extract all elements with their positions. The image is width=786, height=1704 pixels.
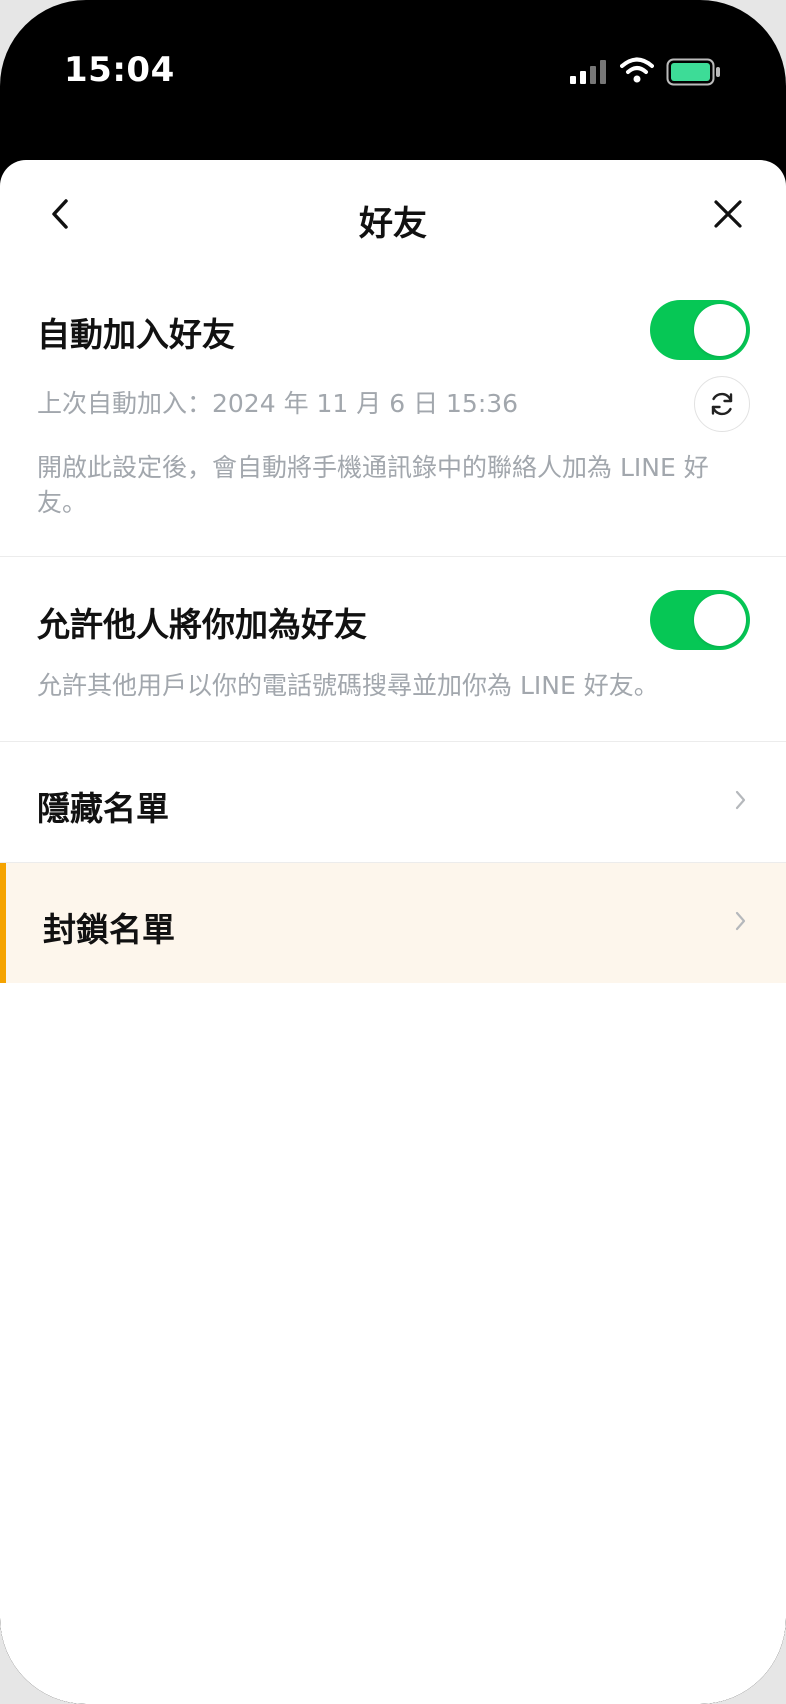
toggle-knob <box>694 304 746 356</box>
close-button[interactable] <box>704 188 752 240</box>
auto-add-title: 自動加入好友 <box>37 315 235 354</box>
blocked-list-row[interactable]: 封鎖名單 <box>0 863 786 983</box>
wifi-icon <box>620 57 654 83</box>
status-bar: 15:04 <box>0 0 786 160</box>
close-icon <box>714 200 742 228</box>
chevron-right-icon <box>735 911 746 931</box>
phone-screen: 15:04 好友 自動加入好友 上次自動加入：2024 年 11 月 6 日 1… <box>0 0 786 1704</box>
hidden-list-row[interactable]: 隱藏名單 <box>0 742 786 862</box>
toggle-knob <box>694 594 746 646</box>
auto-add-last-time: 上次自動加入：2024 年 11 月 6 日 15:36 <box>37 389 519 418</box>
blocked-list-label: 封鎖名單 <box>43 910 175 949</box>
allow-add-description: 允許其他用戶以你的電話號碼搜尋並加你為 LINE 好友。 <box>37 671 659 700</box>
auto-add-description: 開啟此設定後，會自動將手機通訊錄中的聯絡人加為 LINE 好友。 <box>37 453 709 517</box>
hidden-list-label: 隱藏名單 <box>37 789 169 828</box>
nav-bar: 好友 <box>0 160 786 270</box>
status-time: 15:04 <box>64 50 175 90</box>
allow-add-toggle[interactable] <box>650 590 750 650</box>
allow-add-title: 允許他人將你加為好友 <box>37 605 367 644</box>
battery-icon <box>666 58 720 86</box>
page-title: 好友 <box>359 204 427 244</box>
cellular-signal-icon <box>570 60 606 84</box>
chevron-right-icon <box>735 790 746 810</box>
settings-sheet: 好友 自動加入好友 上次自動加入：2024 年 11 月 6 日 15:36 開… <box>0 160 786 1704</box>
refresh-button[interactable] <box>694 376 750 432</box>
auto-add-toggle[interactable] <box>650 300 750 360</box>
selection-accent-bar <box>0 863 6 983</box>
refresh-icon <box>711 392 733 416</box>
section-divider <box>0 556 786 557</box>
